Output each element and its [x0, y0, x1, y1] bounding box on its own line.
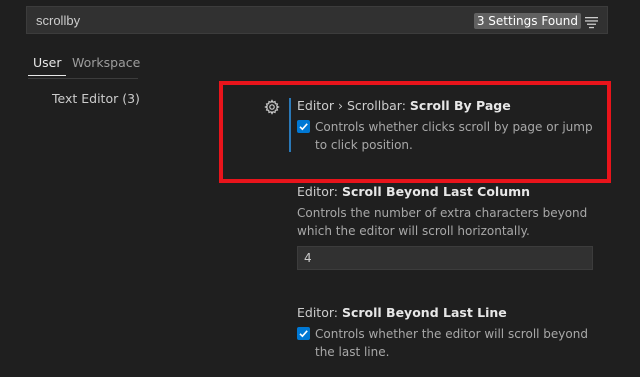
search-bar: 3 Settings Found: [26, 6, 608, 35]
setting-description: Controls the number of extra characters …: [297, 206, 588, 238]
filter-icon[interactable]: [585, 14, 599, 29]
scroll-beyond-last-line-checkbox[interactable]: [297, 327, 310, 340]
setting-scroll-beyond-last-column: Editor: Scroll Beyond Last Column Contro…: [297, 184, 597, 270]
focused-setting-indicator: [289, 98, 291, 152]
gear-icon[interactable]: [264, 99, 280, 115]
setting-name: Scroll By Page: [409, 98, 511, 113]
setting-category: Editor:: [297, 305, 342, 320]
toc-item-text-editor[interactable]: Text Editor (3): [52, 91, 140, 106]
results-count-badge: 3 Settings Found: [473, 13, 581, 29]
setting-scroll-by-page: Editor › Scrollbar: Scroll By Page Contr…: [297, 98, 597, 154]
scroll-by-page-checkbox[interactable]: [297, 120, 310, 133]
scroll-beyond-last-column-input[interactable]: 4: [297, 246, 593, 270]
setting-title: Editor: Scroll Beyond Last Column: [297, 184, 597, 200]
settings-editor: 3 Settings Found User Workspace Text Edi…: [0, 0, 640, 377]
setting-title: Editor: Scroll Beyond Last Line: [297, 305, 597, 321]
setting-scroll-beyond-last-line: Editor: Scroll Beyond Last Line Controls…: [297, 305, 597, 361]
check-icon: [299, 123, 308, 131]
setting-checkbox-row: Controls whether clicks scroll by page o…: [297, 118, 597, 154]
setting-name: Scroll Beyond Last Line: [341, 305, 507, 320]
setting-name: Scroll Beyond Last Column: [341, 184, 531, 199]
check-icon: [299, 330, 308, 338]
tabs-divider: [28, 78, 138, 79]
setting-description: Controls whether the editor will scroll …: [315, 327, 588, 359]
setting-category: Editor › Scrollbar:: [297, 98, 410, 113]
tab-user[interactable]: User: [28, 52, 66, 76]
setting-description: Controls whether clicks scroll by page o…: [315, 120, 593, 152]
tab-workspace[interactable]: Workspace: [72, 52, 140, 76]
setting-category: Editor:: [297, 184, 342, 199]
setting-checkbox-row: Controls whether the editor will scroll …: [297, 325, 597, 361]
search-input[interactable]: [34, 7, 458, 35]
setting-title: Editor › Scrollbar: Scroll By Page: [297, 98, 597, 114]
